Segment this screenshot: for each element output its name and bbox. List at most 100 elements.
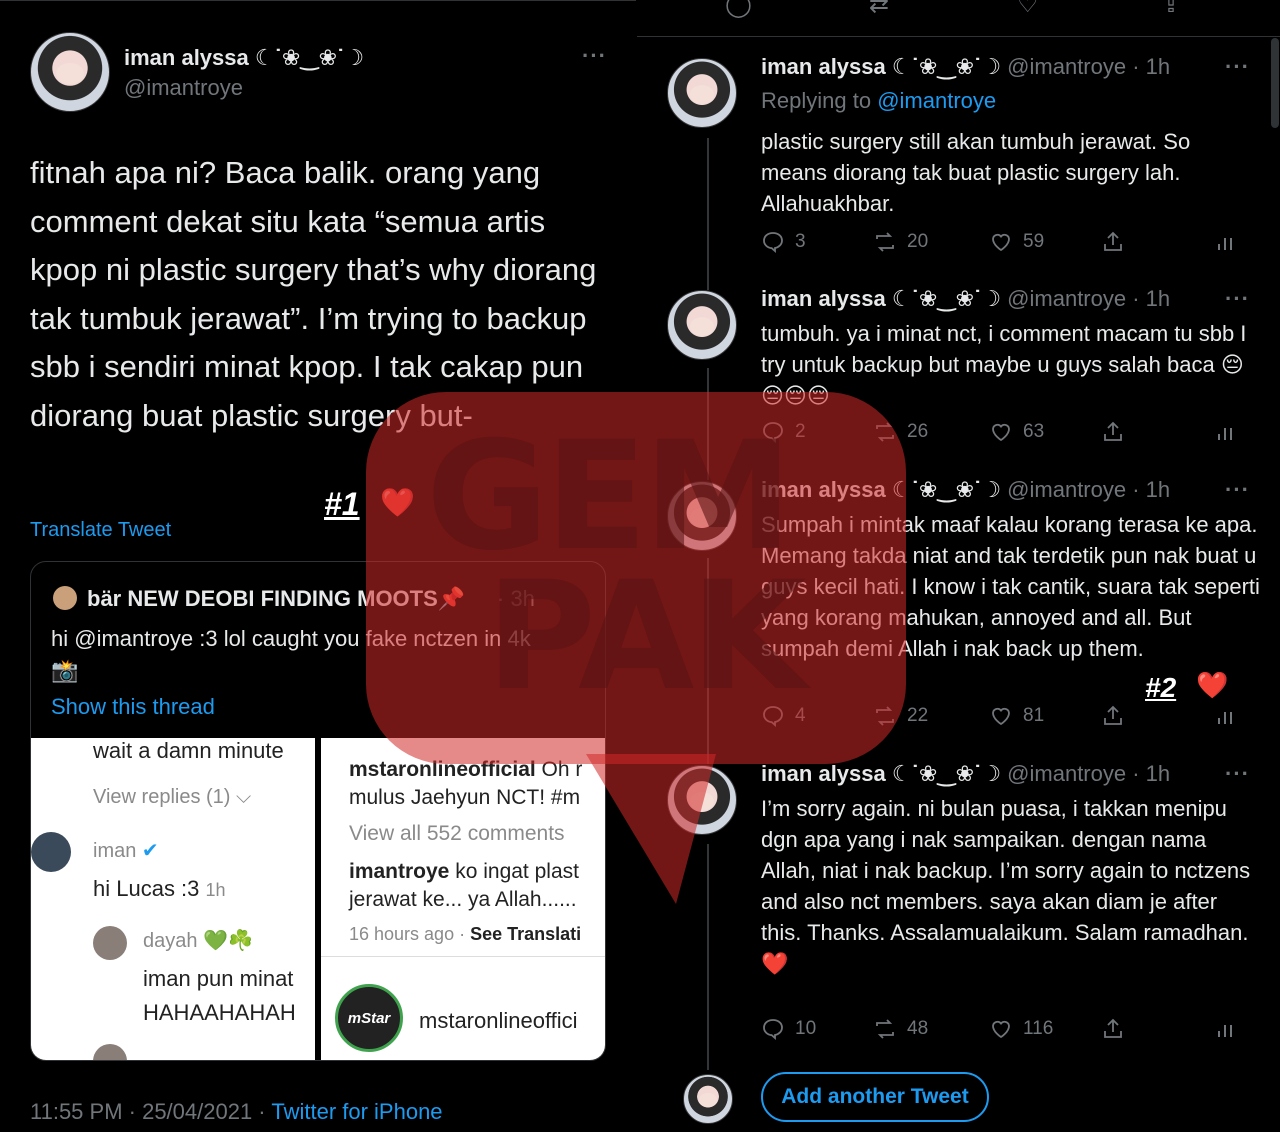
annotation-heart-icon: ❤️: [380, 487, 415, 518]
retweet-icon: [876, 1019, 894, 1039]
more-icon[interactable]: ···: [1225, 477, 1250, 503]
tweet-text: tumbuh. ya i minat nct, i comment macam …: [761, 321, 1247, 408]
quoted-text: hi @imantroye :3 lol caught you fake nct…: [51, 626, 531, 651]
retweet-button[interactable]: 48: [873, 1017, 928, 1041]
share-icon: [1104, 231, 1122, 251]
account-name: mstaronlineoffici: [419, 1008, 578, 1033]
mstar-logo: mStar: [335, 984, 403, 1052]
like-button[interactable]: 116: [989, 1017, 1053, 1041]
share-button[interactable]: [1101, 420, 1125, 444]
author-name[interactable]: iman alyssa ☾˙❀‿❀˙☽: [124, 45, 364, 71]
share-button[interactable]: [1101, 704, 1125, 728]
analytics-button[interactable]: [1213, 1017, 1237, 1041]
retweet-icon: [876, 706, 894, 726]
analytics-button[interactable]: [1213, 420, 1237, 444]
share-icon: [1104, 1018, 1122, 1038]
author-handle[interactable]: @imantroye: [124, 75, 243, 101]
reply-icon: [763, 706, 783, 727]
retweet-button[interactable]: 20: [873, 230, 928, 254]
caption-line1: mstaronlineofficial Oh r: [349, 758, 583, 781]
reply-icon: [763, 232, 783, 253]
comment-line: wait a damn minute: [93, 738, 284, 763]
more-icon[interactable]: ···: [1225, 54, 1250, 80]
more-icon[interactable]: ···: [1225, 286, 1250, 312]
commenter-avatar: [31, 832, 71, 872]
thread-connector: [707, 368, 709, 480]
comment2-line1: iman pun minat: [143, 966, 294, 991]
author-line[interactable]: iman alyssa ☾˙❀‿❀˙☽ @imantroye · 1h: [761, 286, 1170, 312]
like-button[interactable]: 81: [989, 704, 1044, 728]
share-icon[interactable]: ⇪: [1161, 0, 1181, 19]
tweet-timestamp: 11:55 PM · 25/04/2021 ·: [30, 1099, 272, 1124]
view-replies: View replies (1) ⌵: [93, 786, 252, 808]
thread-connector: [707, 138, 709, 290]
tweet-meta: 11:55 PM · 25/04/2021 · Twitter for iPho…: [30, 1099, 443, 1125]
add-tweet-row: Add another Tweet: [637, 1068, 1280, 1128]
like-button[interactable]: 59: [989, 230, 1044, 254]
commenter3-avatar: [93, 1044, 127, 1060]
reply-button[interactable]: 10: [761, 1017, 816, 1041]
retweet-icon[interactable]: ⇄: [869, 0, 889, 19]
retweet-button[interactable]: 26: [873, 420, 928, 444]
tweet-text: I’m sorry again. ni bulan puasa, i takka…: [761, 796, 1251, 976]
reply-icon: [763, 1019, 783, 1040]
quoted-image-2[interactable]: mstaronlineofficial Oh r mulus Jaehyun N…: [321, 738, 605, 1060]
commenter2-name: dayah 💚☘️: [143, 930, 253, 952]
add-another-tweet-button[interactable]: Add another Tweet: [761, 1072, 989, 1122]
analytics-icon: [1218, 238, 1232, 250]
reply-button[interactable]: 3: [761, 230, 806, 254]
quoted-tweet[interactable]: bär NEW DEOBI FINDING MOOTS📌 · 3h hi @im…: [30, 561, 606, 1061]
quoted-image-1[interactable]: wait a damn minute View replies (1) ⌵ im…: [31, 738, 315, 1060]
reply-button[interactable]: 4: [761, 704, 806, 728]
commenter-name: iman ✔: [93, 840, 159, 862]
author-line[interactable]: iman alyssa ☾˙❀‿❀˙☽ @imantroye · 1h: [761, 761, 1170, 787]
show-thread-link[interactable]: Show this thread: [51, 694, 215, 720]
more-icon[interactable]: ···: [1225, 761, 1250, 787]
thread-connector: [707, 558, 709, 764]
retweet-icon: [876, 232, 894, 252]
caption-line2: mulus Jaehyun NCT! #m: [349, 786, 581, 809]
author-avatar[interactable]: [667, 481, 737, 551]
author-line[interactable]: iman alyssa ☾˙❀‿❀˙☽ @imantroye · 1h: [761, 54, 1170, 80]
retweet-icon: [876, 422, 894, 442]
author-avatar[interactable]: [667, 58, 737, 128]
author-avatar[interactable]: [667, 765, 737, 835]
quoted-time: · 3h: [497, 586, 535, 611]
reply-icon: [763, 422, 783, 443]
analytics-button[interactable]: [1213, 230, 1237, 254]
tweet-source[interactable]: Twitter for iPhone: [271, 1099, 442, 1124]
tweet-text: plastic surgery still akan tumbuh jerawa…: [761, 129, 1191, 216]
tweet-actions: 10 48 116: [761, 1017, 1241, 1047]
share-icon: [1104, 705, 1122, 725]
author-avatar[interactable]: [667, 290, 737, 360]
reply-line1: imantroye ko ingat plast: [349, 860, 579, 883]
like-icon: [992, 423, 1010, 442]
author-avatar[interactable]: [30, 32, 110, 112]
reply-button[interactable]: 2: [761, 420, 806, 444]
tweet-actions: 4 22 81: [761, 704, 1241, 734]
author-line[interactable]: iman alyssa ☾˙❀‿❀˙☽ @imantroye · 1h: [761, 477, 1170, 503]
share-button[interactable]: [1101, 230, 1125, 254]
verified-icon: ✔: [141, 840, 159, 862]
analytics-button[interactable]: [1213, 704, 1237, 728]
thread-connector: [707, 844, 709, 1070]
retweet-button[interactable]: 22: [873, 704, 928, 728]
analytics-icon: [1218, 428, 1232, 440]
mention-link[interactable]: @imantroye: [877, 88, 996, 113]
like-icon: [992, 1020, 1010, 1039]
more-icon[interactable]: ···: [582, 43, 607, 69]
share-button[interactable]: [1101, 1017, 1125, 1041]
scrollbar[interactable]: [1271, 38, 1279, 128]
translate-tweet-link[interactable]: Translate Tweet: [30, 519, 171, 542]
reply-icon[interactable]: ◯: [725, 0, 752, 19]
like-icon: [992, 707, 1010, 726]
analytics-icon: [1218, 1025, 1232, 1037]
like-icon[interactable]: ♡: [1017, 0, 1039, 19]
annotation-tag-1: #1: [324, 486, 360, 522]
user-avatar[interactable]: [683, 1074, 733, 1124]
quoted-avatar: [53, 586, 77, 610]
annotation-heart-icon: ❤️: [1196, 670, 1229, 700]
like-button[interactable]: 63: [989, 420, 1044, 444]
tweet-actions: 2 26 63: [761, 420, 1241, 450]
comment2-line2: HAHAAHAHAH: [143, 1000, 296, 1025]
